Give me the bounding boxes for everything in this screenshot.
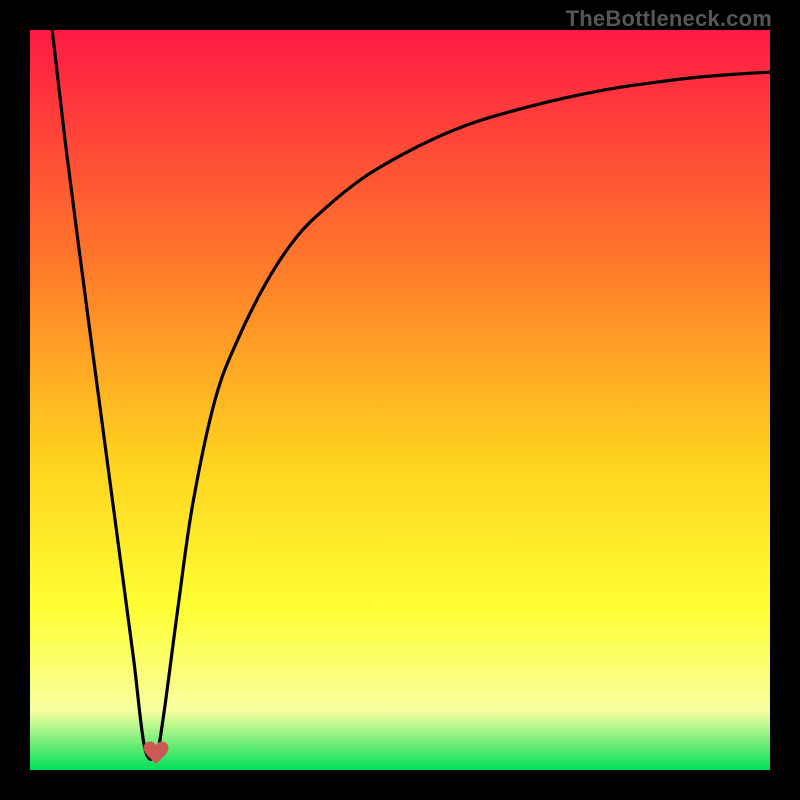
chart-frame: TheBottleneck.com bbox=[0, 0, 800, 800]
watermark-text: TheBottleneck.com bbox=[566, 6, 772, 32]
plot-area bbox=[30, 30, 770, 770]
bottleneck-curve bbox=[30, 30, 770, 770]
